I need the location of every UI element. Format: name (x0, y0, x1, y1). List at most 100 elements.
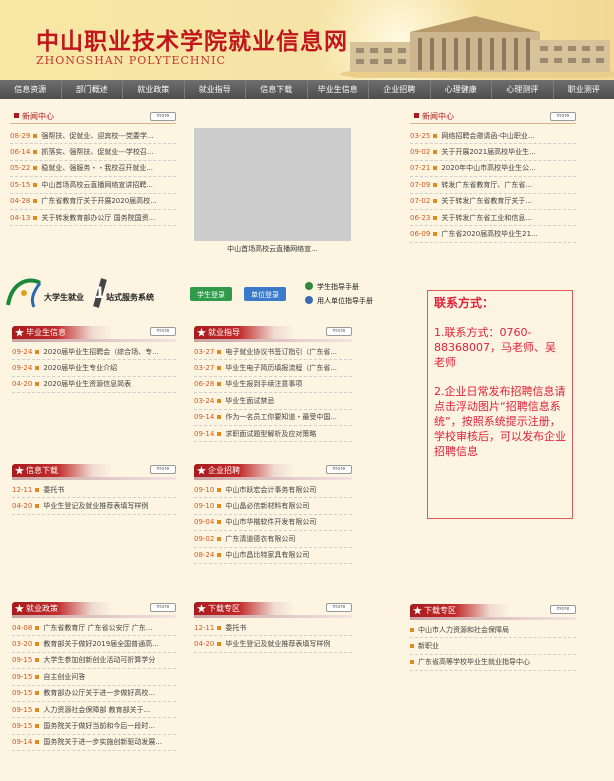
star-icon (197, 466, 206, 475)
more-button[interactable]: more (550, 605, 576, 614)
site-title: 中山职业技术学院就业信息网 (36, 29, 348, 55)
list-item[interactable]: 04-20 毕业生登记及就业推荐表填写样例 (12, 498, 176, 515)
list-item[interactable]: 04-28 广东省教育厅关于开展2020届高校... (10, 194, 176, 210)
bullet-icon (35, 691, 40, 696)
more-button[interactable]: more (550, 112, 576, 121)
list-item[interactable]: 09-15 国务院关于做好当前和今后一段时... (12, 718, 176, 735)
nav-item[interactable]: 信息资源 (0, 80, 62, 99)
one-stop-service-bar: 大学生就业 1 站式服务系统 学生登录 单位登录 学生指导手册 用人单位指导手册 (4, 275, 400, 311)
item-title: 中山市华楷软件开发有限公司 (225, 518, 317, 527)
list-item[interactable]: 广东省高等学校毕业生就业指导中心 (410, 655, 576, 672)
contact-box: 联系方式： 1.联系方式：0760-88368007，马老师、吴老师 2.企业日… (427, 290, 573, 519)
list-item[interactable]: 05-15 中山首场高校云直播网络宣讲招聘... (10, 177, 176, 194)
nav-item[interactable]: 企业招聘 (369, 80, 431, 99)
list-item[interactable]: 03-24 毕业生面试禁忌 (194, 393, 352, 410)
list-item[interactable]: 04-20 毕业生登记及就业推荐表填写样例 (194, 636, 352, 653)
list-item[interactable]: 07-09 转发广东省教育厅、广东省... (410, 177, 576, 194)
list-item[interactable]: 09-15 大学生参加创新创业活动可折算学分 (12, 653, 176, 670)
list-item[interactable]: 06-23 关于转发广东省工业和信息... (410, 210, 576, 227)
more-button[interactable]: more (150, 603, 176, 612)
list-item[interactable]: 09-02 关于开展2021届高校毕业生... (410, 144, 576, 161)
item-date: 09-24 (12, 364, 33, 373)
more-button[interactable]: more (150, 112, 176, 121)
item-title: 教育部办公厅关于进一步做好高校... (43, 689, 156, 698)
bullet-icon (33, 150, 38, 155)
list-item[interactable]: 03-27 毕业生电子简历填报流程（广东省... (194, 360, 352, 377)
nav-item[interactable]: 信息下载 (246, 80, 308, 99)
list-item[interactable]: 新职业 (410, 638, 576, 655)
nav-item[interactable]: 就业政策 (123, 80, 185, 99)
list-item[interactable]: 04-20 2020届毕业生资源信息简表 (12, 377, 176, 394)
bullet-icon (33, 133, 38, 138)
list-item[interactable]: 09-24 2020届毕业生专业介绍 (12, 360, 176, 377)
contact-phone: 1.联系方式：0760-88368007，马老师、吴老师 (434, 326, 556, 369)
item-date: 08-29 (10, 131, 31, 140)
list-item[interactable]: 04-13 关于转发教育部办公厅 国务院国资... (10, 210, 176, 227)
list-item[interactable]: 08-29 强帮扶、促就业、迎宾校---党委学... (10, 128, 176, 145)
section-title: 信息下载 (26, 466, 58, 475)
list-item[interactable]: 06-14 抓落实、强帮扶、促就业---学校召... (10, 144, 176, 161)
list-item[interactable]: 08-24 中山市昌比特家具有限公司 (194, 548, 352, 564)
more-button[interactable]: more (326, 603, 352, 612)
bullet-icon (35, 625, 40, 630)
news-image-caption[interactable]: 中山首场高校云直播网络宣... (194, 244, 351, 254)
item-date: 09-14 (12, 738, 33, 747)
list-item[interactable]: 03-25 网络招聘会邀请函-中山职业... (410, 128, 576, 145)
list-item[interactable]: 09-14 作为一名员工你要知道・最受中国... (194, 410, 352, 426)
bullet-icon (217, 504, 222, 509)
unit-login-button[interactable]: 单位登录 (244, 290, 286, 300)
list-item[interactable]: 09-15 自主创业问答 (12, 669, 176, 686)
item-date: 04-20 (12, 380, 33, 389)
list-item[interactable]: 09-04 中山市华楷软件开发有限公司 (194, 515, 352, 532)
nav-item[interactable]: 心理测评 (492, 80, 554, 99)
list-item[interactable]: 03-27 电子就业协议书签订指引（广东省... (194, 344, 352, 361)
star-icon (413, 606, 422, 615)
list-item[interactable]: 09-14 求职面试题型解析及应对策略 (194, 426, 352, 443)
item-title: 国务院关于做好当前和今后一段时... (43, 722, 156, 731)
list-item[interactable]: 09-15 人力资源社会保障部 教育部关于... (12, 702, 176, 719)
list-item[interactable]: 06-28 毕业生报到手续注意事项 (194, 377, 352, 394)
employer-manual-link[interactable]: 用人单位指导手册 (317, 296, 373, 306)
list-item[interactable]: 09-02 广东清道德衣有限公司 (194, 531, 352, 548)
list-item[interactable]: 09-10 中山市跃宏会计事务有限公司 (194, 482, 352, 499)
nav-item[interactable]: 职业测评 (554, 80, 614, 99)
list-item[interactable]: 05-22 稳就业、强服务・・我校召开就业... (10, 161, 176, 178)
list-item[interactable]: 中山市人力资源和社会保障局 (410, 622, 576, 639)
item-title: 毕业生报到手续注意事项 (225, 380, 303, 389)
employment-guide-section: 就业指导 more 03-27 电子就业协议书签订指引（广东省... 03-27 毕业生… (194, 324, 352, 443)
list-item[interactable]: 06-09 广东省2020届高校毕业生21... (410, 226, 576, 243)
list-item[interactable]: 09-14 国务院关于进一步实施创新驱动发展... (12, 735, 176, 752)
bullet-icon (217, 625, 222, 630)
student-login-button[interactable]: 学生登录 (190, 290, 232, 300)
list-item[interactable]: 12-11 委托书 (12, 482, 176, 499)
list-item[interactable]: 03-20 教育部关于做好2019届全国普通高... (12, 636, 176, 653)
list-item[interactable]: 07-21 2020年中山市高校毕业生公... (410, 161, 576, 178)
item-title: 关于转发广东省工业和信息... (441, 213, 533, 222)
nav-item[interactable]: 就业指导 (185, 80, 246, 99)
more-button[interactable]: more (326, 465, 352, 474)
more-button[interactable]: more (326, 327, 352, 336)
section-title: 毕业生信息 (26, 328, 66, 337)
item-title: 关于开展2021届高校毕业生... (441, 148, 536, 157)
list-item[interactable]: 12-11 委托书 (194, 620, 352, 637)
list-item[interactable]: 09-24 2020届毕业生招聘会（综合场、专... (12, 344, 176, 361)
item-date: 09-14 (194, 413, 215, 422)
more-button[interactable]: more (150, 465, 176, 474)
list-item[interactable]: 09-10 中山晶必信新材料有限公司 (194, 498, 352, 515)
student-manual-link[interactable]: 学生指导手册 (317, 282, 359, 292)
bullet-icon (217, 415, 222, 420)
news-image-placeholder[interactable] (194, 128, 351, 241)
service-title: 大学生就业 (44, 293, 84, 302)
item-title: 稳就业、强服务・・我校召开就业... (41, 164, 154, 173)
nav-item[interactable]: 心理健康 (431, 80, 492, 99)
list-item[interactable]: 04-08 广东省教育厅 广东省公安厅 广东... (12, 620, 176, 637)
item-date: 09-10 (194, 502, 215, 511)
list-item[interactable]: 07-02 关于转发广东省教育厅关于... (410, 194, 576, 210)
section-title: 企业招聘 (208, 466, 240, 475)
nav-item[interactable]: 毕业生信息 (308, 80, 369, 99)
main-nav: 信息资源 部门概述 就业政策 就业指导 信息下载 毕业生信息 企业招聘 心理健康… (0, 80, 614, 99)
nav-item[interactable]: 部门概述 (62, 80, 123, 99)
list-item[interactable]: 09-15 教育部办公厅关于进一步做好高校... (12, 686, 176, 702)
more-button[interactable]: more (150, 327, 176, 336)
item-date: 04-08 (12, 623, 33, 632)
